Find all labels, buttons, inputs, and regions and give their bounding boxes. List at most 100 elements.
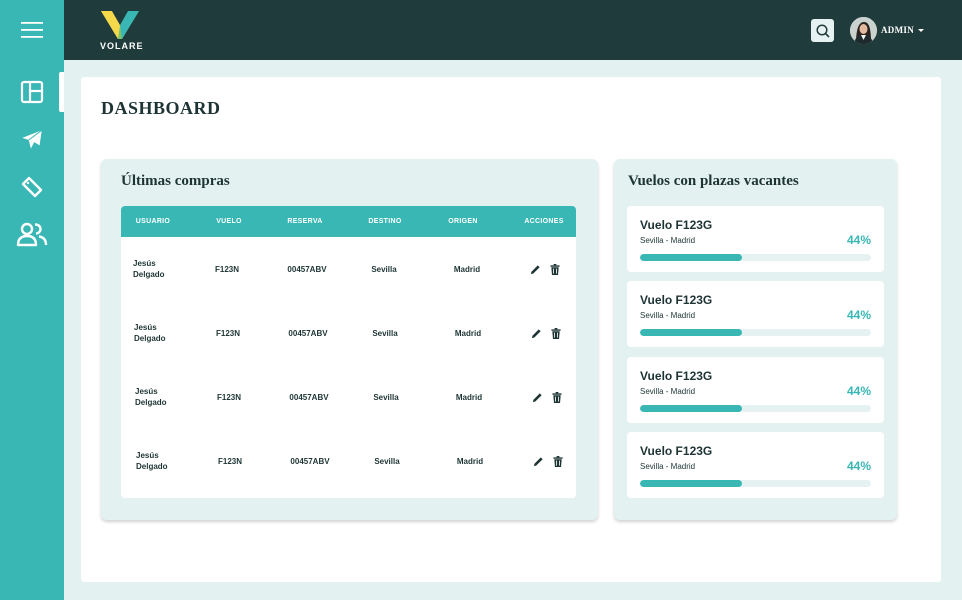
cell-reserva: 00457ABV (288, 328, 328, 338)
cell-origen: Madrid (455, 392, 483, 402)
cell-reserva: 00457ABV (287, 264, 327, 274)
cell-destino: Sevilla (374, 456, 400, 466)
trash-icon (553, 455, 563, 467)
flight-occupancy-percent: 44% (846, 459, 871, 473)
menu-button[interactable] (0, 0, 64, 60)
user-photo-icon (850, 16, 877, 44)
column-header-origen: ORIGEN (448, 218, 478, 225)
table-row[interactable]: Jesús Delgado F123N 00457ABV Sevilla Mad… (121, 429, 576, 493)
pencil-icon (531, 328, 541, 338)
progress-bar (640, 480, 871, 487)
cell-vuelo: F123N (217, 456, 242, 466)
page-title: DASHBOARD (101, 98, 221, 118)
table-row[interactable]: Jesús Delgado F123N 00457ABV Sevilla Mad… (121, 301, 576, 365)
edit-button[interactable] (530, 327, 542, 339)
vacancies-title: Vuelos con plazas vacantes (628, 173, 799, 189)
progress-bar (640, 254, 871, 261)
users-icon (16, 222, 48, 247)
cell-acciones (521, 237, 569, 301)
edit-button[interactable] (532, 455, 544, 467)
cell-reserva: 00457ABV (289, 392, 329, 402)
ticket-icon (21, 176, 43, 198)
edit-button[interactable] (531, 391, 543, 403)
sidebar-item-flights[interactable] (0, 120, 64, 160)
cell-usuario: Jesús Delgado (134, 323, 166, 343)
brand-name: VOLARE (100, 41, 144, 51)
flight-occupancy-percent: 44% (846, 384, 871, 398)
progress-bar (640, 329, 871, 336)
cell-reserva: 00457ABV (290, 456, 330, 466)
column-header-destino: DESTINO (368, 218, 402, 225)
flight-route: Sevilla - Madrid (640, 236, 696, 245)
flight-card[interactable]: Vuelo F123G Sevilla - Madrid 44% (627, 206, 884, 272)
user-menu[interactable]: ADMIN (850, 16, 924, 44)
delete-button[interactable] (550, 327, 562, 339)
flight-title: Vuelo F123G (640, 293, 713, 307)
edit-button[interactable] (529, 263, 541, 275)
cell-destino: Sevilla (371, 264, 397, 274)
purchases-card: Últimas compras USUARIO VUELO RESERVA DE… (101, 159, 598, 520)
user-name: ADMIN (881, 25, 914, 35)
flight-title: Vuelo F123G (640, 444, 713, 458)
search-icon (815, 23, 830, 38)
cell-origen: Madrid (456, 456, 484, 466)
cell-acciones (523, 365, 571, 429)
flight-route: Sevilla - Madrid (640, 462, 696, 471)
search-button[interactable] (811, 19, 834, 42)
sidebar-item-dashboard[interactable] (0, 72, 64, 112)
table-header: USUARIO VUELO RESERVA DESTINO ORIGEN ACC… (121, 206, 576, 237)
progress-bar-fill (640, 480, 742, 487)
flight-route: Sevilla - Madrid (640, 311, 696, 320)
column-header-reserva: RESERVA (287, 218, 323, 225)
hamburger-icon (21, 22, 43, 38)
vacancies-card: Vuelos con plazas vacantes Vuelo F123G S… (614, 159, 897, 520)
top-bar: VOLARE ADMIN (64, 0, 962, 60)
avatar (850, 16, 877, 44)
trash-icon (552, 391, 562, 403)
cell-origen: Madrid (454, 328, 482, 338)
flight-card[interactable]: Vuelo F123G Sevilla - Madrid 44% (627, 432, 884, 498)
pencil-icon (533, 456, 543, 466)
pencil-icon (532, 392, 542, 402)
table-row[interactable]: Jesús Delgado F123N 00457ABV Sevilla Mad… (121, 237, 576, 301)
flight-route: Sevilla - Madrid (640, 387, 696, 396)
delete-button[interactable] (549, 263, 561, 275)
delete-button[interactable] (551, 391, 563, 403)
airplane-icon (22, 129, 43, 149)
cell-destino: Sevilla (373, 392, 399, 402)
sidebar (0, 0, 64, 600)
cell-destino: Sevilla (372, 328, 398, 338)
flight-title: Vuelo F123G (640, 369, 713, 383)
flight-title: Vuelo F123G (640, 218, 713, 232)
sidebar-item-tickets[interactable] (0, 167, 64, 207)
pencil-icon (530, 264, 540, 274)
delete-button[interactable] (552, 455, 564, 467)
column-header-acciones: ACCIONES (524, 218, 564, 225)
volare-logo-icon (101, 11, 139, 39)
trash-icon (550, 263, 560, 275)
table-row[interactable]: Jesús Delgado F123N 00457ABV Sevilla Mad… (121, 365, 576, 429)
trash-icon (551, 327, 561, 339)
main-panel: DASHBOARD Últimas compras USUARIO VUELO … (81, 77, 941, 582)
flight-occupancy-percent: 44% (846, 233, 871, 247)
purchases-title: Últimas compras (121, 173, 230, 189)
cell-vuelo: F123N (215, 328, 240, 338)
flight-occupancy-percent: 44% (846, 308, 871, 322)
column-header-vuelo: VUELO (216, 218, 242, 225)
purchases-table: USUARIO VUELO RESERVA DESTINO ORIGEN ACC… (121, 206, 576, 498)
cell-usuario: Jesús Delgado (135, 387, 167, 407)
cell-usuario: Jesús Delgado (133, 259, 165, 279)
chevron-down-icon (918, 28, 924, 32)
cell-vuelo: F123N (214, 264, 239, 274)
progress-bar-fill (640, 254, 742, 261)
cell-usuario: Jesús Delgado (136, 451, 168, 471)
sidebar-item-users[interactable] (0, 214, 64, 254)
dashboard-icon (20, 80, 44, 104)
flight-card[interactable]: Vuelo F123G Sevilla - Madrid 44% (627, 281, 884, 347)
cell-acciones (524, 429, 572, 493)
progress-bar-fill (640, 405, 742, 412)
flight-card[interactable]: Vuelo F123G Sevilla - Madrid 44% (627, 357, 884, 423)
brand-logo[interactable]: VOLARE (100, 9, 144, 53)
progress-bar (640, 405, 871, 412)
progress-bar-fill (640, 329, 742, 336)
